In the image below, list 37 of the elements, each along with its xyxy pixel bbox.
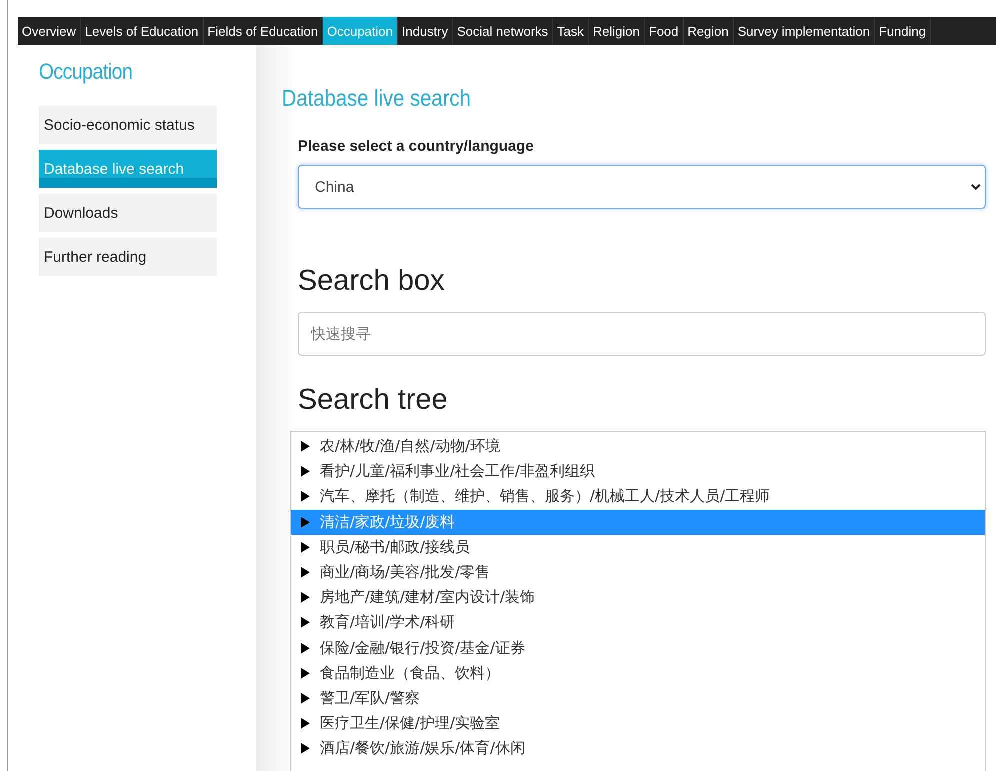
sidebar-title: Occupation [39, 59, 134, 85]
caret-right-icon [301, 441, 310, 452]
caret-right-icon [301, 642, 310, 654]
tree-item[interactable]: 看护/儿童/福利事业/社会工作/非盈利组织 [291, 459, 985, 484]
tree-item[interactable]: 医疗卫生/保健/护理/实验室 [291, 711, 985, 736]
tree-item[interactable]: 房地产/建筑/建材/室内设计/装饰 [291, 585, 985, 610]
caret-right-icon [301, 692, 310, 704]
caret-right-icon [301, 542, 310, 553]
tree-item[interactable]: 职员/秘书/邮政/接线员 [291, 534, 985, 560]
caret-right-icon [301, 491, 310, 502]
tree-item[interactable]: 教育/培训/学术/科研 [291, 610, 985, 636]
tree-item[interactable]: 农/林/牧/渔/自然/动物/环境 [291, 434, 985, 460]
tree-item[interactable]: 警卫/军队/警察 [291, 686, 985, 712]
caret-right-icon [301, 516, 310, 528]
caret-right-icon [301, 668, 310, 679]
caret-right-icon [301, 617, 310, 628]
tree-item[interactable]: 汽车、摩托（制造、维护、销售、服务）/机械工人/技术人员/工程师 [291, 484, 985, 510]
tree-item[interactable]: 商业/商场/美容/批发/零售 [291, 560, 985, 586]
section-heading: Search box [298, 265, 446, 298]
sidebar-item[interactable]: Downloads [39, 194, 217, 232]
section-heading: Search tree [298, 384, 449, 417]
nav-tab[interactable]: Overview [18, 17, 82, 45]
caret-right-icon [301, 466, 310, 478]
caret-right-icon [301, 743, 310, 754]
caret-right-icon [301, 718, 310, 730]
tree-item[interactable]: 酒店/餐饮/旅游/娱乐/体育/休闲 [291, 736, 985, 762]
sidebar-item[interactable]: Further reading [39, 238, 217, 276]
page-heading: Database live search [282, 85, 472, 112]
sidebar-item[interactable]: Socio-economic status [39, 106, 217, 144]
nav-tab[interactable]: Levels of Education [81, 17, 204, 45]
tree-item[interactable]: 保险/金融/银行/投资/基金/证券 [291, 636, 985, 661]
country-select[interactable]: China [298, 165, 986, 209]
caret-right-icon [301, 592, 310, 604]
tree-item[interactable]: 食品制造业（食品、饮料） [291, 660, 985, 686]
field-label: Please select a country/language [298, 138, 535, 155]
caret-right-icon [301, 567, 310, 578]
chevron-down-icon [971, 184, 981, 190]
